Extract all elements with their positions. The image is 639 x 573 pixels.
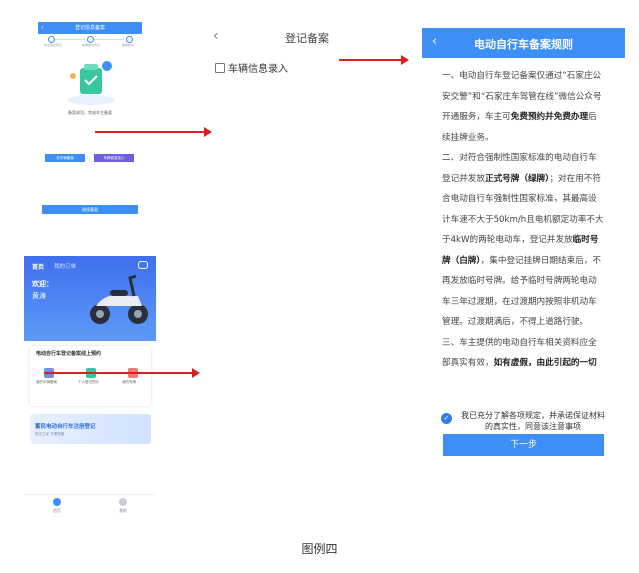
rules-header: ‹ 电动自行车备案规则 [422, 28, 625, 58]
card-title: 电动自行车登记备案线上预约 [36, 351, 102, 357]
check-icon[interactable]: ✓ [441, 413, 452, 424]
go-vehicle-register-button[interactable]: 去车辆备案 [45, 154, 85, 162]
back-icon[interactable]: ‹ [213, 28, 219, 44]
rules-paragraph-1: 一、电动自行车登记备案仅通过“石家庄公安交警”和“石家庄车驾管在线”微信公众号开… [442, 71, 602, 143]
tab-orders[interactable]: 我的订单 [54, 262, 76, 270]
step-label-2: 车辆信息登记 [82, 43, 101, 47]
card-item-label[interactable]: 我的车辆备案 [36, 380, 57, 385]
step-line [94, 39, 124, 40]
scooter-illustration [90, 274, 148, 324]
app-home-panel: 首页 我的订单 欢迎： 黄涛 电动自行车登记备案线上预约 我的车辆备案 个人登记… [24, 256, 156, 518]
step-label-1: 车主信息登记 [44, 43, 63, 47]
user-icon [119, 498, 127, 506]
continue-register-button[interactable]: 继续备案 [42, 205, 138, 214]
promo-title: 蓄民电动自行车注册登记 [35, 424, 96, 430]
page-title: 登记备案 [285, 32, 329, 45]
bottom-nav: 首页 我的 [24, 494, 156, 519]
figure-caption: 图例四 [301, 542, 338, 556]
card-item-label[interactable]: 我的号牌 [122, 380, 136, 385]
step-label-3: 备案成功 [122, 43, 135, 47]
username: 黄涛 [32, 292, 46, 300]
step-dot-3 [126, 36, 133, 43]
home-icon [53, 498, 61, 506]
step-dot-1 [48, 36, 55, 43]
vehicle-info-entry-item[interactable]: 车辆信息录入 [215, 60, 288, 75]
appointment-card: 电动自行车登记备案线上预约 我的车辆备案 个人登记预约 我的号牌 [30, 346, 151, 406]
success-illustration [67, 61, 115, 105]
page-title: 电动自行车备案规则 [474, 38, 573, 51]
tab-home[interactable]: 首页 [32, 262, 44, 271]
message-icon[interactable] [138, 261, 148, 269]
welcome-text: 欢迎： [32, 280, 53, 288]
arrow-to-rules [339, 55, 409, 65]
document-icon [215, 63, 225, 73]
nav-home[interactable]: 首页 [42, 498, 72, 514]
step-page-panel: 登记信息备案 ‹ 车主信息登记 车辆信息登记 备案成功 备案成功，完成车主备案 … [38, 22, 142, 214]
rules-page-panel: ‹ 电动自行车备案规则 一、电动自行车登记备案仅通过“石家庄公安交警”和“石家庄… [422, 28, 625, 468]
nav-mine[interactable]: 我的 [108, 498, 138, 514]
arrow-from-home [44, 368, 200, 378]
arrow-to-register [95, 127, 212, 137]
agreement-text: 我已充分了解各项规定，并承诺保证材料的真实性，同意该注意事项 [461, 411, 605, 431]
vehicle-info-entry-button[interactable]: 车辆信息录入 [94, 154, 134, 162]
register-page-panel: ‹ 登记备案 车辆信息录入 [205, 22, 405, 82]
rules-text: 一、电动自行车登记备案仅通过“石家庄公安交警”和“石家庄车驾管在线”微信公众号开… [442, 66, 604, 388]
step-page-header: 登记信息备案 [38, 22, 142, 34]
back-icon[interactable]: ‹ [41, 22, 43, 34]
card-item-label[interactable]: 个人登记预约 [78, 380, 99, 385]
rules-paragraph-2: 二、对符合强制性国家标准的电动自行车登记并发放正式号牌（绿牌）；对在用不符合电动… [442, 153, 604, 327]
promo-banner[interactable]: 蓄民电动自行车注册登记 登记之家 方便快捷 [30, 414, 151, 444]
step-line [55, 39, 85, 40]
promo-subtitle: 登记之家 方便快捷 [35, 432, 65, 436]
next-step-button[interactable]: 下一步 [443, 434, 604, 456]
step-dot-2 [87, 36, 94, 43]
progress-steps: 车主信息登记 车辆信息登记 备案成功 [44, 36, 135, 48]
rules-paragraph-3: 三、车主提供的电动自行车相关资料应全部真实有效，如有虚假，由此引起的一切 [442, 337, 597, 369]
success-message: 备案成功，完成车主备案 [68, 110, 112, 115]
agreement-checkbox-row[interactable]: ✓ 我已充分了解各项规定，并承诺保证材料的真实性，同意该注意事项 [441, 410, 611, 434]
vehicle-info-entry-label: 车辆信息录入 [228, 64, 288, 75]
